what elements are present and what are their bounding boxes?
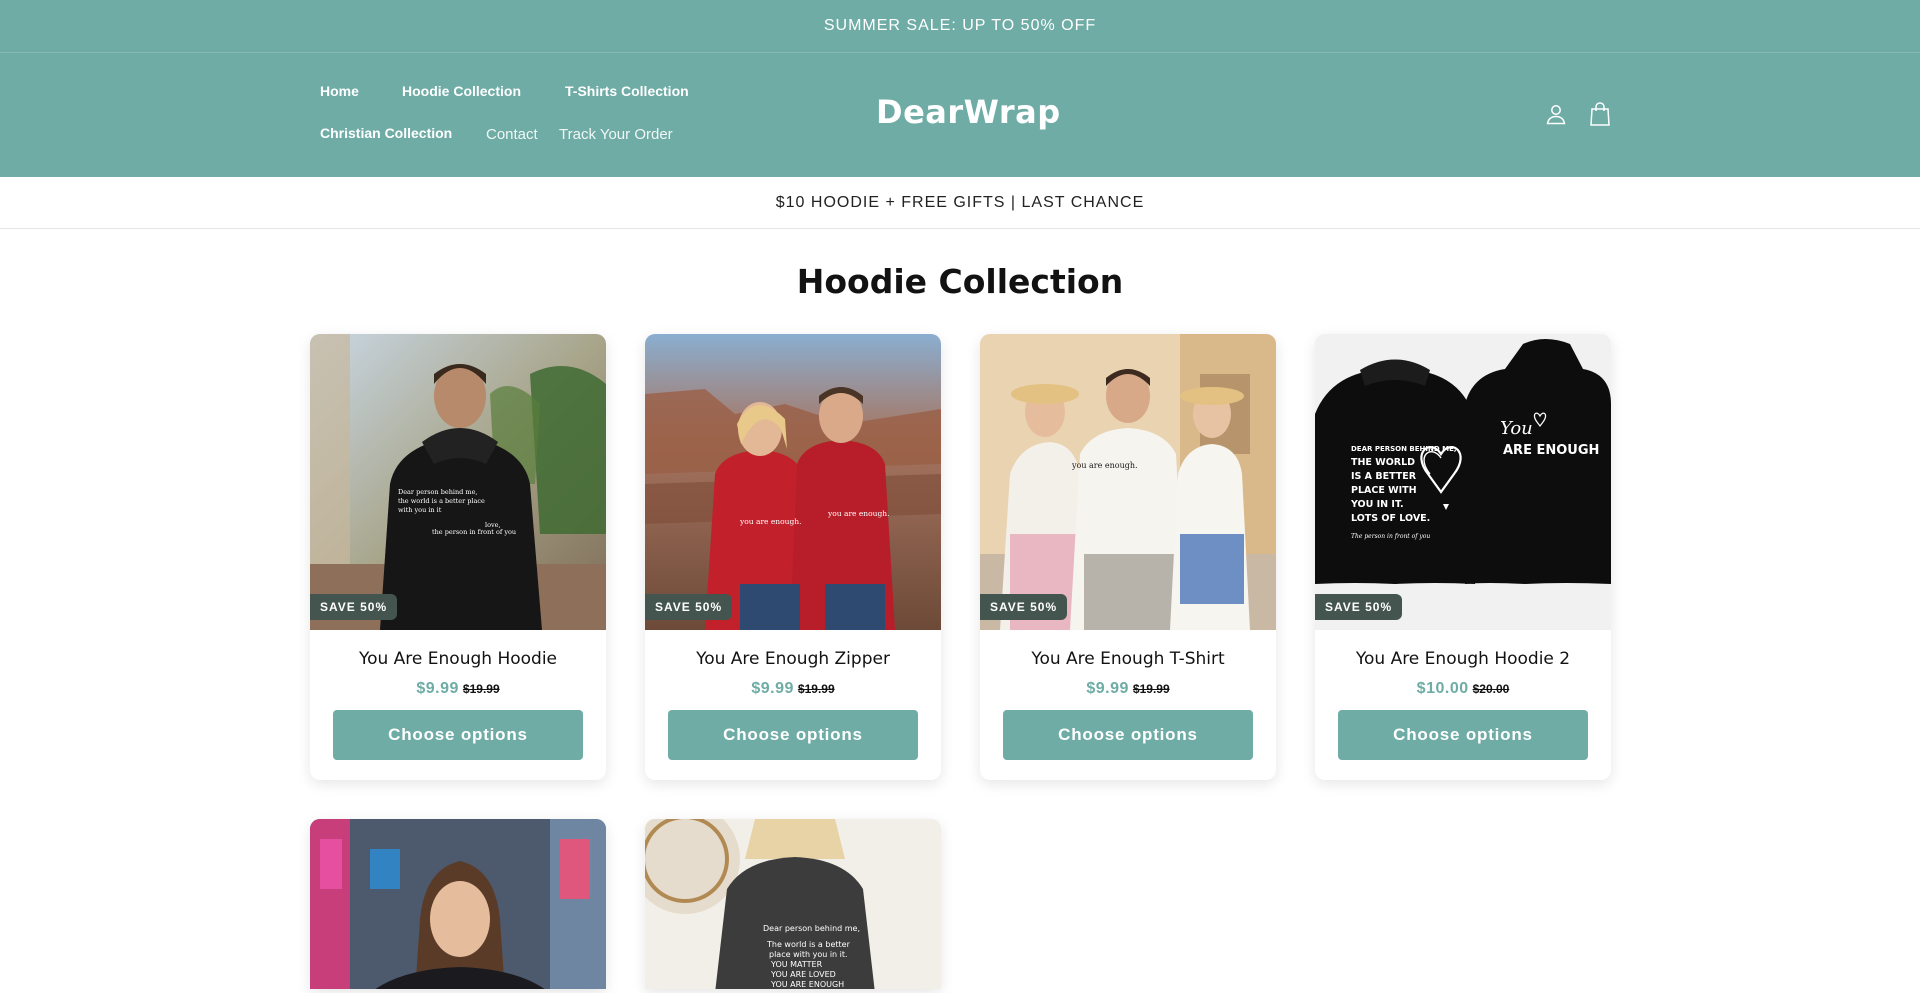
product-image[interactable]: you are enough.: [980, 334, 1276, 630]
print-line: The person in front of you: [1351, 533, 1430, 540]
product-title[interactable]: You Are Enough Hoodie: [310, 649, 606, 669]
product-card[interactable]: Dear person behind me, the world is a be…: [310, 334, 606, 780]
choose-options-button[interactable]: Choose options: [1003, 710, 1253, 760]
print-line: ARE ENOUGH: [1503, 443, 1599, 458]
sale-badge: SAVE 50%: [980, 594, 1068, 620]
nav-track-order[interactable]: Track Your Order: [559, 126, 673, 143]
print-text: you are enough.: [739, 517, 801, 526]
product-card[interactable]: Dear person behind me, The world is a be…: [645, 819, 941, 989]
print-line: PLACE WITH: [1351, 485, 1417, 496]
product-card[interactable]: DEAR PERSON BEHIND ME, THE WORLD IS A BE…: [1315, 334, 1611, 780]
print-line: Dear person behind me,: [398, 488, 478, 496]
print-line: YOU ARE LOVED: [770, 970, 836, 979]
product-card[interactable]: [310, 819, 606, 989]
print-line: IS A BETTER: [1351, 471, 1417, 482]
print-line: the world is a better place: [398, 497, 485, 505]
choose-options-button[interactable]: Choose options: [333, 710, 583, 760]
sale-price: $9.99: [416, 680, 459, 697]
cart-icon[interactable]: [1588, 101, 1614, 127]
print-line: The world is a better: [766, 940, 851, 949]
product-image[interactable]: Dear person behind me, the world is a be…: [310, 334, 606, 630]
product-title[interactable]: You Are Enough Hoodie 2: [1315, 649, 1611, 669]
print-line: Dear person behind me,: [763, 924, 860, 933]
product-image[interactable]: [310, 819, 606, 989]
promo-text: $10 HOODIE + FREE GIFTS | LAST CHANCE: [775, 194, 1145, 211]
print-line: THE WORLD: [1351, 457, 1415, 468]
account-icon[interactable]: [1544, 102, 1570, 128]
collection-title: Hoodie Collection: [796, 262, 1124, 301]
print-line: the person in front of you: [432, 528, 516, 536]
print-line: You: [1500, 418, 1533, 439]
print-text: you are enough.: [827, 509, 889, 518]
print-line: YOU IN IT.: [1350, 499, 1404, 510]
print-line: with you in it: [398, 506, 442, 514]
product-card[interactable]: you are enough. you are enough. SAVE 50%…: [645, 334, 941, 780]
sale-badge: SAVE 50%: [310, 594, 398, 620]
print-line: YOU MATTER: [770, 960, 823, 969]
sale-price: $9.99: [751, 680, 794, 697]
site-header: Home Hoodie Collection T-Shirts Collecti…: [0, 53, 1920, 177]
nav-hoodie-collection[interactable]: Hoodie Collection: [402, 83, 521, 99]
site-logo[interactable]: DearWrap: [876, 93, 1061, 131]
compare-price: $20.00: [1472, 682, 1510, 696]
print-line: YOU ARE ENOUGH: [770, 980, 844, 989]
sale-price: $9.99: [1086, 680, 1129, 697]
price-row: $10.00 $20.00: [1315, 680, 1611, 698]
promo-bar: $10 HOODIE + FREE GIFTS | LAST CHANCE: [0, 177, 1920, 229]
product-card[interactable]: you are enough. SAVE 50% You Are Enough …: [980, 334, 1276, 780]
nav-tshirts-collection[interactable]: T-Shirts Collection: [565, 83, 689, 99]
compare-price: $19.99: [797, 682, 835, 696]
price-row: $9.99 $19.99: [310, 680, 606, 698]
sale-price: $10.00: [1416, 680, 1469, 697]
price-row: $9.99 $19.99: [980, 680, 1276, 698]
choose-options-button[interactable]: Choose options: [668, 710, 918, 760]
compare-price: $19.99: [1132, 682, 1170, 696]
print-line: place with you in it.: [769, 950, 848, 959]
nav-christian-collection[interactable]: Christian Collection: [320, 125, 452, 141]
choose-options-button[interactable]: Choose options: [1338, 710, 1588, 760]
nav-contact[interactable]: Contact: [486, 126, 538, 143]
product-title[interactable]: You Are Enough T-Shirt: [980, 649, 1276, 669]
price-row: $9.99 $19.99: [645, 680, 941, 698]
announcement-bar: SUMMER SALE: UP TO 50% OFF: [0, 0, 1920, 53]
sale-badge: SAVE 50%: [1315, 594, 1403, 620]
product-image[interactable]: DEAR PERSON BEHIND ME, THE WORLD IS A BE…: [1315, 334, 1611, 630]
sale-badge: SAVE 50%: [645, 594, 733, 620]
product-title[interactable]: You Are Enough Zipper: [645, 649, 941, 669]
product-image[interactable]: Dear person behind me, The world is a be…: [645, 819, 941, 989]
print-line: LOTS OF LOVE.: [1351, 513, 1430, 524]
print-text: you are enough.: [1071, 461, 1138, 470]
announcement-text: SUMMER SALE: UP TO 50% OFF: [823, 17, 1097, 34]
compare-price: $19.99: [462, 682, 500, 696]
nav-home[interactable]: Home: [320, 83, 359, 99]
product-image[interactable]: you are enough. you are enough.: [645, 334, 941, 630]
